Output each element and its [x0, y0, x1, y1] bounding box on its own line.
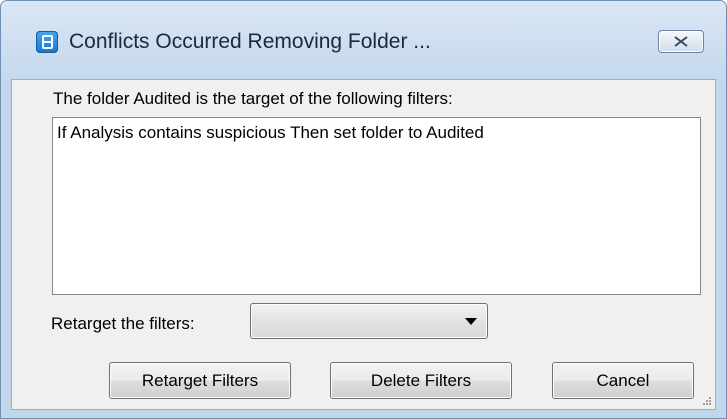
prompt-label: The folder Audited is the target of the …	[53, 89, 453, 108]
title-bar[interactable]: Conflicts Occurred Removing Folder ...	[1, 1, 726, 81]
dropdown-arrow-icon	[465, 318, 477, 325]
close-button[interactable]	[658, 30, 704, 53]
dialog-body: The folder Audited is the target of the …	[11, 79, 716, 410]
list-item[interactable]: If Analysis contains suspicious Then set…	[57, 123, 484, 143]
delete-filters-button[interactable]: Delete Filters	[330, 362, 512, 399]
filter-list[interactable]: If Analysis contains suspicious Then set…	[52, 117, 701, 295]
retarget-label: Retarget the filters:	[51, 314, 195, 333]
cancel-button[interactable]: Cancel	[552, 362, 694, 399]
resize-grip-icon[interactable]	[700, 394, 712, 406]
app-document-icon	[36, 31, 58, 53]
dialog-window: Conflicts Occurred Removing Folder ... T…	[0, 0, 727, 419]
retarget-filters-button[interactable]: Retarget Filters	[109, 362, 291, 399]
retarget-folder-dropdown[interactable]	[250, 303, 488, 339]
window-title: Conflicts Occurred Removing Folder ...	[69, 30, 431, 53]
close-icon	[674, 36, 688, 47]
